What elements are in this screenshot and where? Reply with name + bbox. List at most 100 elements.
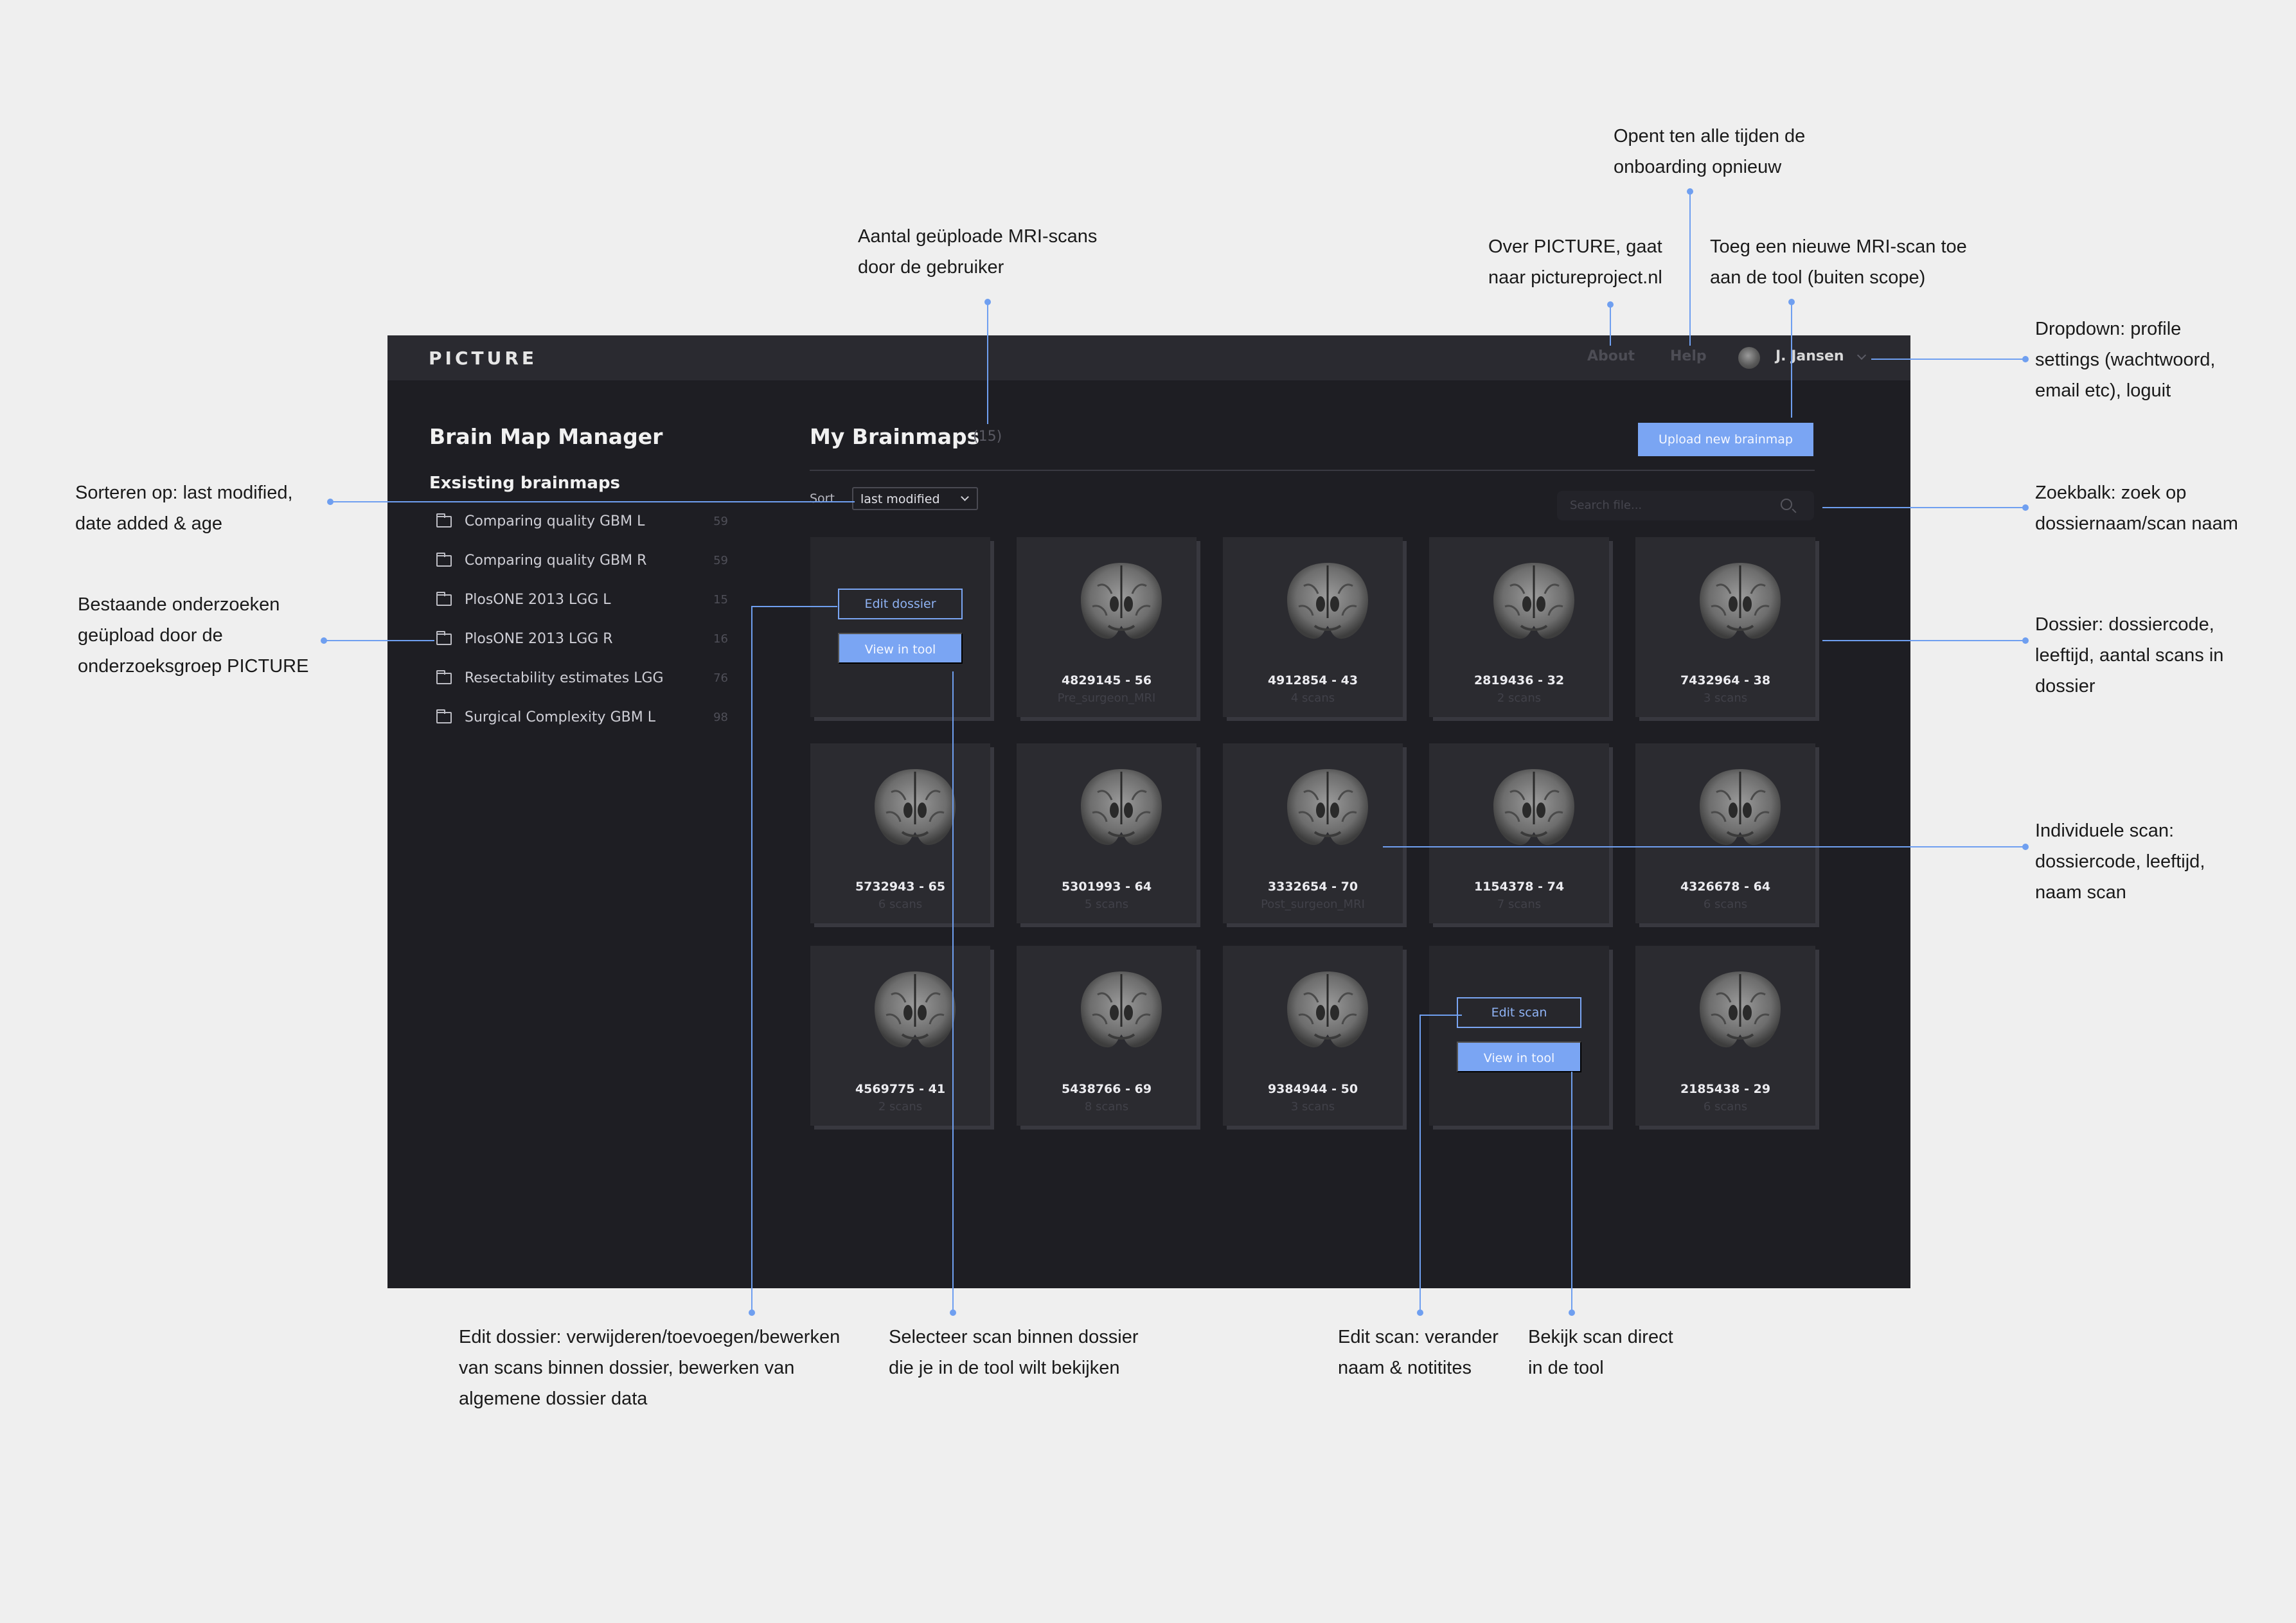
- brain-scan-thumbnail: [1073, 962, 1170, 1059]
- sidebar-item-label: PlosONE 2013 LGG R: [465, 631, 613, 647]
- brain-scan-thumbnail: [1692, 962, 1788, 1059]
- about-link[interactable]: About: [1587, 348, 1635, 364]
- folder-icon: [436, 513, 452, 528]
- search-input[interactable]: Search file...: [1557, 491, 1814, 520]
- note-scan-count: Aantal geüploade MRI-scans door de gebru…: [858, 226, 1098, 278]
- sidebar-item-comparing-quality-gbm-l[interactable]: Comparing quality GBM L 59: [432, 509, 728, 535]
- sidebar-item-count: 76: [713, 671, 728, 685]
- card-subtitle: 7 scans: [1497, 898, 1542, 911]
- card-subtitle: Pre_surgeon_MRI: [1057, 691, 1156, 705]
- folder-icon: [436, 631, 452, 645]
- folder-icon: [436, 709, 452, 723]
- note-dossier: Dossier: dossiercode, leeftijd, aantal s…: [2035, 614, 2224, 696]
- sidebar-item-label: Comparing quality GBM L: [465, 513, 645, 529]
- note-edit-dossier: Edit dossier: verwijderen/toevoegen/bewe…: [459, 1327, 841, 1409]
- note-select-scan: Selecteer scan binnen dossier die je in …: [889, 1327, 1139, 1378]
- brain-scan-thumbnail: [1279, 760, 1376, 856]
- card-subtitle: 2 scans: [1497, 691, 1542, 705]
- brainmap-card[interactable]: 4569775 - 41 2 scans: [810, 946, 990, 1126]
- brainmap-count: (15): [973, 429, 1002, 445]
- card-title: 9384944 - 50: [1267, 1082, 1358, 1096]
- brain-scan-thumbnail: [1486, 554, 1582, 650]
- chevron-down-icon: [961, 493, 969, 501]
- card-title: 2185438 - 29: [1680, 1082, 1771, 1096]
- sort-value: last modified: [860, 492, 940, 506]
- sidebar-item-comparing-quality-gbm-r[interactable]: Comparing quality GBM R 59: [432, 548, 728, 574]
- app-window: PICTURE About Help J. Jansen Brain Map M…: [387, 335, 1910, 1288]
- sidebar-item-surgical-complexity-gbm-l[interactable]: Surgical Complexity GBM L 98: [432, 705, 728, 731]
- user-name[interactable]: J. Jansen: [1775, 348, 1844, 364]
- brain-scan-thumbnail: [1692, 760, 1788, 856]
- edit-dossier-button[interactable]: Edit dossier: [838, 589, 963, 619]
- card-subtitle: 3 scans: [1703, 691, 1748, 705]
- view-in-tool-button[interactable]: View in tool: [1457, 1042, 1581, 1072]
- chevron-down-icon[interactable]: [1856, 350, 1867, 360]
- card-title: 1154378 - 74: [1473, 880, 1565, 894]
- card-title: 2819436 - 32: [1473, 673, 1565, 687]
- folder-icon: [436, 592, 452, 606]
- sort-dropdown[interactable]: last modified: [852, 487, 978, 510]
- card-subtitle: 4 scans: [1290, 691, 1335, 705]
- brainmap-card[interactable]: 5438766 - 69 8 scans: [1017, 946, 1197, 1126]
- brainmap-card[interactable]: 5732943 - 65 6 scans: [810, 743, 990, 923]
- brainmap-card[interactable]: 1154378 - 74 7 scans: [1429, 743, 1609, 923]
- brainmap-card[interactable]: 9384944 - 50 3 scans: [1223, 946, 1403, 1126]
- sort-label: Sort: [810, 492, 835, 506]
- scan-card-hover[interactable]: Edit scan View in tool: [1429, 946, 1609, 1126]
- card-subtitle: 5 scans: [1084, 898, 1129, 911]
- edit-scan-button[interactable]: Edit scan: [1457, 997, 1581, 1028]
- picture-logo[interactable]: PICTURE: [429, 348, 537, 369]
- card-title: 5732943 - 65: [855, 880, 946, 894]
- folder-icon: [436, 553, 452, 567]
- avatar[interactable]: [1738, 347, 1760, 369]
- card-subtitle: 8 scans: [1084, 1100, 1129, 1113]
- view-in-tool-button[interactable]: View in tool: [838, 633, 963, 664]
- page-title: My Brainmaps: [810, 424, 980, 449]
- sidebar-item-resectability-estimates-lgg[interactable]: Resectability estimates LGG 76: [432, 666, 728, 691]
- card-title: 4829145 - 56: [1061, 673, 1152, 687]
- note-upload: Toeg een nieuwe MRI-scan toe aan de tool…: [1710, 236, 1967, 288]
- card-title: 4326678 - 64: [1680, 880, 1771, 894]
- note-about: Over PICTURE, gaat naar pictureproject.n…: [1488, 236, 1662, 288]
- brainmap-card[interactable]: 4829145 - 56 Pre_surgeon_MRI: [1017, 537, 1197, 717]
- brain-scan-thumbnail: [867, 760, 963, 856]
- brain-scan-thumbnail: [1692, 554, 1788, 650]
- note-view-scan: Bekijk scan direct in de tool: [1528, 1327, 1673, 1378]
- search-icon[interactable]: [1781, 499, 1792, 510]
- dossier-card-hover[interactable]: Edit dossier View in tool: [810, 537, 990, 717]
- card-subtitle: 3 scans: [1290, 1100, 1335, 1113]
- sidebar-item-plosone-2013-lgg-l[interactable]: PlosONE 2013 LGG L 15: [432, 587, 728, 613]
- note-scan: Individuele scan: dossiercode, leeftijd,…: [2035, 820, 2205, 903]
- card-title: 4912854 - 43: [1267, 673, 1358, 687]
- note-search: Zoekbalk: zoek op dossiernaam/scan naam: [2035, 483, 2238, 534]
- sidebar-item-count: 16: [713, 632, 728, 646]
- divider: [810, 470, 1815, 471]
- brainmap-card[interactable]: 5301993 - 64 5 scans: [1017, 743, 1197, 923]
- card-title: 5438766 - 69: [1061, 1082, 1152, 1096]
- card-subtitle: 2 scans: [878, 1100, 923, 1113]
- brain-scan-thumbnail: [1486, 760, 1582, 856]
- brainmap-card[interactable]: 3332654 - 70 Post_surgeon_MRI: [1223, 743, 1403, 923]
- brainmap-card[interactable]: 4326678 - 64 6 scans: [1635, 743, 1815, 923]
- brain-scan-thumbnail: [1279, 554, 1376, 650]
- note-dropdown: Dropdown: profile settings (wachtwoord, …: [2035, 319, 2216, 401]
- brainmap-card[interactable]: 2185438 - 29 6 scans: [1635, 946, 1815, 1126]
- sidebar-item-label: Surgical Complexity GBM L: [465, 709, 655, 725]
- brainmap-card[interactable]: 2819436 - 32 2 scans: [1429, 537, 1609, 717]
- sidebar-item-label: Comparing quality GBM R: [465, 553, 647, 569]
- card-subtitle: 6 scans: [1703, 898, 1748, 911]
- sidebar-item-count: 59: [713, 554, 728, 567]
- sidebar-item-count: 98: [713, 711, 728, 724]
- card-title: 3332654 - 70: [1267, 880, 1358, 894]
- upload-new-brainmap-button[interactable]: Upload new brainmap: [1638, 423, 1813, 456]
- folder-icon: [436, 670, 452, 684]
- card-title: 4569775 - 41: [855, 1082, 946, 1096]
- card-title: 5301993 - 64: [1061, 880, 1152, 894]
- note-edit-scan: Edit scan: verander naam & notitites: [1338, 1327, 1499, 1378]
- brainmap-card[interactable]: 7432964 - 38 3 scans: [1635, 537, 1815, 717]
- brainmap-card[interactable]: 4912854 - 43 4 scans: [1223, 537, 1403, 717]
- sidebar-item-plosone-2013-lgg-r[interactable]: PlosONE 2013 LGG R 16: [432, 626, 728, 652]
- sidebar-item-count: 15: [713, 593, 728, 607]
- brain-scan-thumbnail: [867, 962, 963, 1059]
- help-link[interactable]: Help: [1670, 348, 1707, 364]
